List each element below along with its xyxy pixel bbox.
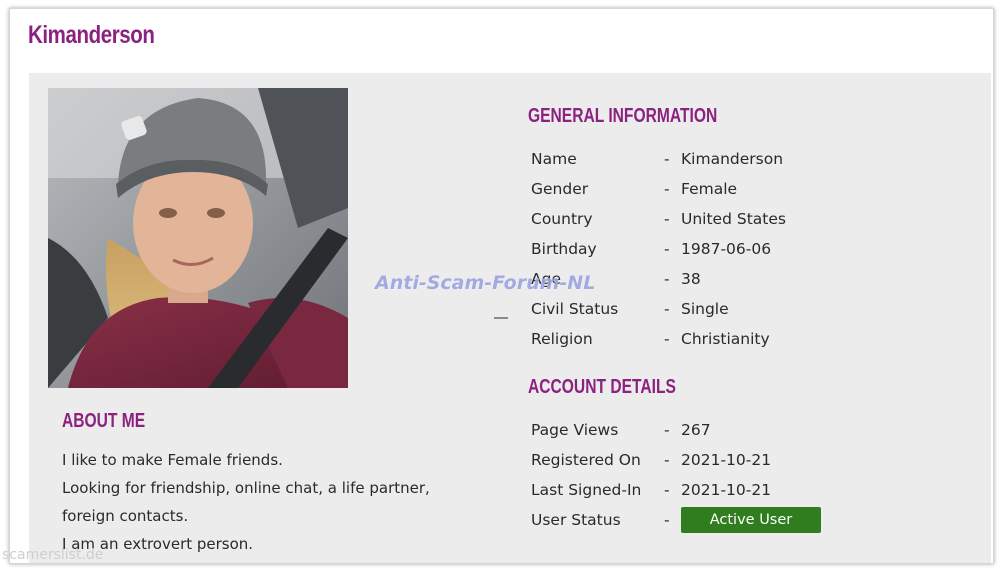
account-details-table: Page Views - 267 Registered On - 2021-10… <box>528 415 821 535</box>
dash-mark <box>494 317 508 319</box>
overlay-watermark: Anti-Scam-Forum-NL <box>375 272 596 294</box>
info-value: Active User <box>681 505 821 535</box>
about-me-heading: ABOUT ME <box>62 410 146 432</box>
info-label: User Status <box>531 511 621 529</box>
general-information-heading: GENERAL INFORMATION <box>528 105 718 127</box>
info-value: 2021-10-21 <box>681 481 772 499</box>
profile-photo <box>48 88 348 388</box>
about-line: I like to make Female friends. <box>62 451 283 469</box>
info-row-country: Country - United States <box>528 204 786 234</box>
info-row-registered-on: Registered On - 2021-10-21 <box>528 445 821 475</box>
info-row-gender: Gender - Female <box>528 174 786 204</box>
info-separator: - <box>664 330 670 348</box>
profile-panel: ABOUT ME I like to make Female friends. … <box>29 73 991 563</box>
info-label: Registered On <box>531 451 641 469</box>
info-separator: - <box>664 210 670 228</box>
info-row-name: Name - Kimanderson <box>528 144 786 174</box>
about-line: Looking for friendship, online chat, a l… <box>62 479 430 525</box>
info-value: Female <box>681 180 738 198</box>
corner-watermark: scamerslist.de <box>2 547 104 563</box>
info-separator: - <box>664 240 670 258</box>
info-value: Kimanderson <box>681 150 784 168</box>
info-row-religion: Religion - Christianity <box>528 324 786 354</box>
info-row-last-signed-in: Last Signed-In - 2021-10-21 <box>528 475 821 505</box>
info-value: 38 <box>681 270 701 288</box>
info-separator: - <box>664 481 670 499</box>
info-row-civil-status: Civil Status - Single <box>528 294 786 324</box>
info-label: Gender <box>531 180 589 198</box>
profile-username: Kimanderson <box>28 21 155 49</box>
about-line: I am an extrovert person. <box>62 535 254 553</box>
about-me-text: I like to make Female friends. Looking f… <box>62 446 482 558</box>
info-label: Civil Status <box>531 300 619 318</box>
info-label: Name <box>531 150 577 168</box>
info-value: 267 <box>681 421 711 439</box>
info-label: Religion <box>531 330 593 348</box>
info-row-birthday: Birthday - 1987-06-06 <box>528 234 786 264</box>
info-value: Single <box>681 300 729 318</box>
general-information-table: Name - Kimanderson Gender - Female Count… <box>528 144 786 354</box>
status-badge: Active User <box>681 507 821 533</box>
info-separator: - <box>664 150 670 168</box>
info-separator: - <box>664 300 670 318</box>
info-row-user-status: User Status - Active User <box>528 505 821 535</box>
info-value: United States <box>681 210 786 228</box>
info-value: Christianity <box>681 330 770 348</box>
profile-photo-image <box>48 88 348 388</box>
info-separator: - <box>664 270 670 288</box>
info-label: Page Views <box>531 421 619 439</box>
info-separator: - <box>664 451 670 469</box>
info-value: 2021-10-21 <box>681 451 772 469</box>
info-separator: - <box>664 180 670 198</box>
info-label: Country <box>531 210 593 228</box>
account-details-heading: ACCOUNT DETAILS <box>528 376 676 398</box>
info-label: Birthday <box>531 240 597 258</box>
info-separator: - <box>664 421 670 439</box>
info-value: 1987-06-06 <box>681 240 772 258</box>
info-row-page-views: Page Views - 267 <box>528 415 821 445</box>
info-label: Last Signed-In <box>531 481 642 499</box>
info-separator: - <box>664 511 670 529</box>
